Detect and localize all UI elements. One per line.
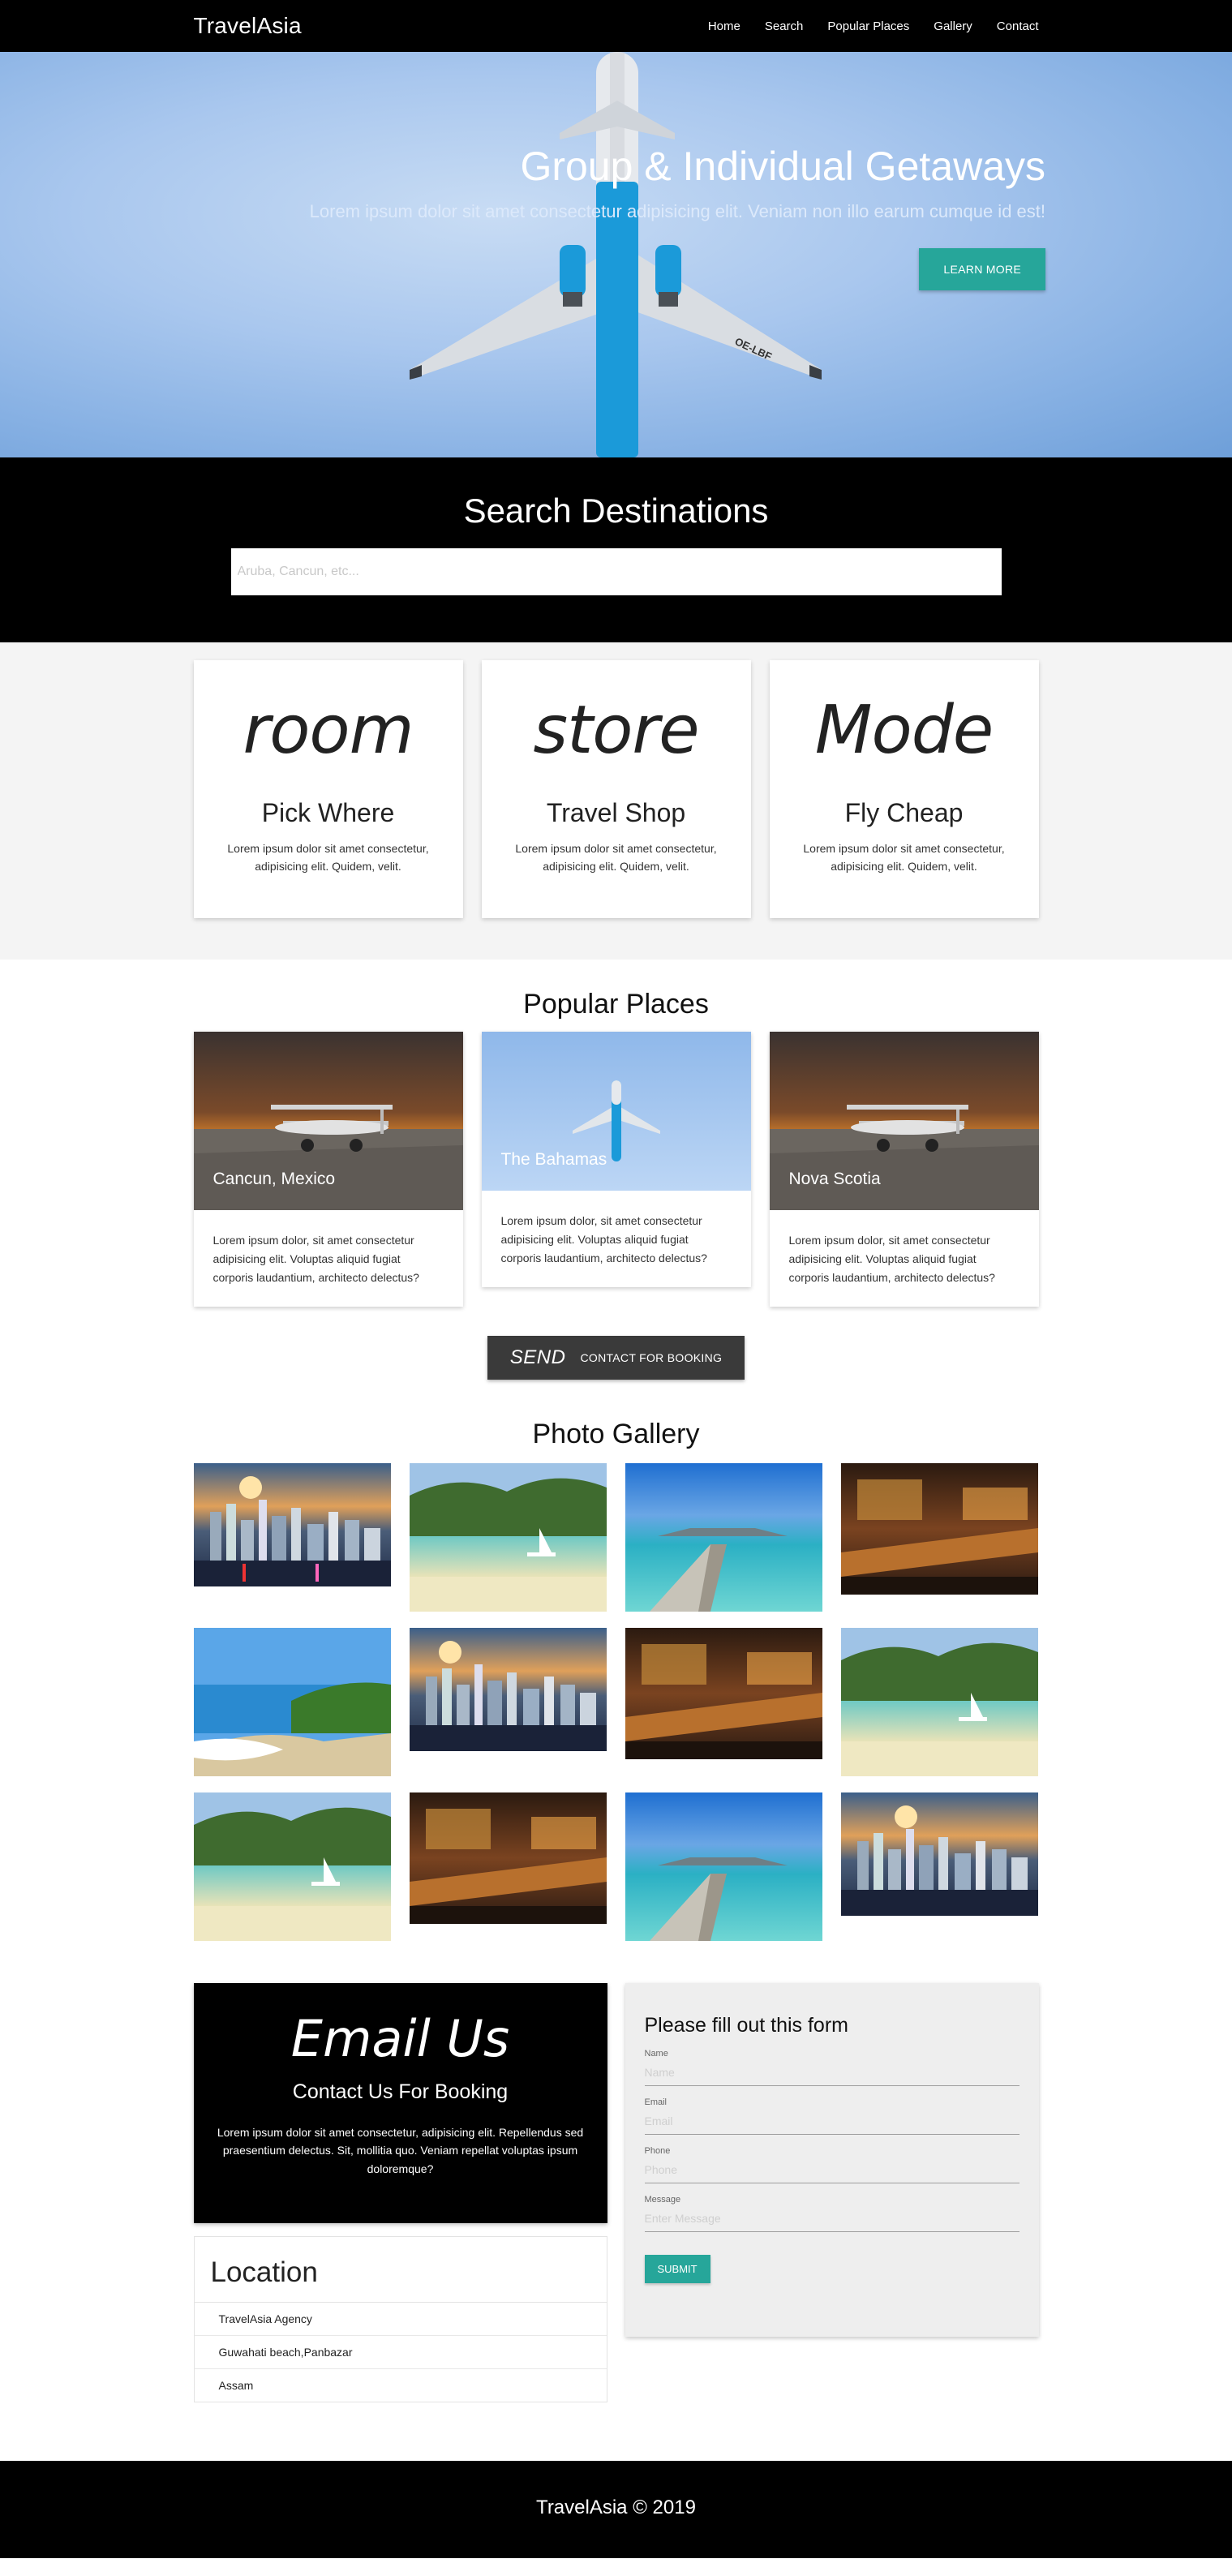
hero-section: OE-LBF Group & Individual Getaways Lorem… [0,52,1232,457]
contact-for-booking-label: Contact For Booking [580,1351,723,1365]
gallery-image-bar[interactable] [841,1463,1039,1612]
nav-item-popular-places[interactable]: Popular Places [827,19,909,33]
phone-input[interactable] [644,2156,1020,2183]
feature-title: Pick Where [261,798,395,827]
gallery-image-pier[interactable] [625,1463,823,1612]
place-image: Cancun, Mexico [193,1032,463,1210]
feature-text: Lorem ipsum dolor sit amet consectetur, … [803,842,1005,874]
gallery-image-beach-boat[interactable] [409,1463,607,1612]
search-title: Search Destinations [463,492,769,530]
contact-section: Email Us Contact Us For Booking Lorem ip… [0,1983,1232,2461]
place-caption: Nova Scotia [788,1170,881,1188]
popular-places-section: Popular Places Cancun, Mexico Lorem ipsu… [0,960,1232,1419]
footer-text: TravelAsia © 2019 [536,2497,696,2518]
email-icon: Email Us [290,2009,510,2068]
location-title: Location [194,2237,607,2303]
popular-places-title: Popular Places [523,989,709,1020]
gallery-image-bar[interactable] [625,1628,823,1776]
phone-field-group: Phone [644,2146,1020,2183]
places-list: Cancun, Mexico Lorem ipsum dolor, sit am… [193,1032,1039,1307]
store-icon: store [533,692,699,769]
email-us-box: Email Us Contact Us For Booking Lorem ip… [193,1983,607,2223]
room-icon: room [243,692,414,769]
submit-button[interactable]: Submit [644,2255,710,2283]
gallery-image-beach-boat[interactable] [841,1628,1039,1776]
gallery-grid [193,1463,1039,1941]
nav-item-gallery[interactable]: Gallery [934,19,972,33]
hero-title: Group & Individual Getaways [520,144,1045,189]
gallery-image-beach-boat[interactable] [193,1792,391,1941]
hero-subtitle: Lorem ipsum dolor sit amet consectetur a… [309,201,1045,221]
learn-more-button[interactable]: Learn More [919,248,1045,290]
gallery-image-city[interactable] [841,1792,1039,1941]
phone-label: Phone [644,2146,671,2156]
navbar: TravelAsia Home Search Popular Places Ga… [0,0,1232,52]
feature-title: Fly Cheap [844,798,964,827]
place-text: Lorem ipsum dolor, sit amet consectetur … [500,1214,707,1265]
place-card-cancun[interactable]: Cancun, Mexico Lorem ipsum dolor, sit am… [193,1032,463,1307]
form-title: Please fill out this form [644,2014,849,2037]
feature-title: Travel Shop [546,798,686,827]
footer: TravelAsia © 2019 [0,2461,1232,2558]
contact-form: Please fill out this form Name Email Pho… [625,1983,1039,2337]
contact-heading: Contact Us For Booking [292,2080,509,2103]
brand-logo[interactable]: TravelAsia [194,13,302,39]
contact-left-column: Email Us Contact Us For Booking Lorem ip… [193,1983,607,2402]
feature-card-pick-where: room Pick Where Lorem ipsum dolor sit am… [193,660,463,918]
hero-text-block: Group & Individual Getaways Lorem ipsum … [310,143,1045,290]
name-label: Name [644,2049,668,2059]
gallery-image-city[interactable] [409,1628,607,1776]
contact-text: Lorem ipsum dolor sit amet consectetur, … [217,2126,584,2175]
name-input[interactable] [644,2059,1020,2086]
photo-gallery-title: Photo Gallery [532,1419,700,1449]
gallery-image-bar[interactable] [409,1792,607,1941]
nav-menu: Home Search Popular Places Gallery Conta… [708,19,1039,33]
place-caption: Cancun, Mexico [212,1170,336,1188]
message-field-group: Message [644,2195,1020,2232]
place-card-nova-scotia[interactable]: Nova Scotia Lorem ipsum dolor, sit amet … [769,1032,1039,1307]
gallery-image-city[interactable] [193,1463,391,1612]
email-label: Email [644,2097,668,2107]
location-item: TravelAsia Agency [194,2303,607,2336]
contact-for-booking-button[interactable]: SEND Contact For Booking [487,1336,745,1380]
gallery-image-palm-beach[interactable] [193,1628,391,1776]
feature-text: Lorem ipsum dolor sit amet consectetur, … [515,842,717,874]
mode-icon: Mode [814,692,994,769]
search-section: Search Destinations [0,457,1232,642]
message-input[interactable] [644,2205,1020,2232]
email-input[interactable] [644,2107,1020,2135]
features-section: room Pick Where Lorem ipsum dolor sit am… [0,642,1232,960]
place-image: The Bahamas [481,1032,751,1191]
location-item: Assam [218,2379,254,2392]
place-caption: The Bahamas [500,1150,607,1169]
nav-item-contact[interactable]: Contact [997,19,1039,33]
photo-gallery-section: Photo Gallery [0,1419,1232,1983]
nav-item-search[interactable]: Search [765,19,804,33]
send-icon: SEND [509,1346,566,1369]
name-field-group: Name [644,2049,1020,2086]
email-field-group: Email [644,2097,1020,2135]
gallery-image-pier[interactable] [625,1792,823,1941]
destination-search-input[interactable] [230,548,1002,595]
place-image: Nova Scotia [769,1032,1039,1210]
place-text: Lorem ipsum dolor, sit amet consectetur … [788,1234,995,1285]
message-label: Message [644,2195,681,2205]
place-card-bahamas[interactable]: The Bahamas Lorem ipsum dolor, sit amet … [481,1032,751,1288]
feature-card-fly-cheap: Mode Fly Cheap Lorem ipsum dolor sit ame… [769,660,1039,918]
feature-text: Lorem ipsum dolor sit amet consectetur, … [227,842,429,874]
place-text: Lorem ipsum dolor, sit amet consectetur … [212,1234,419,1285]
location-item: Guwahati beach,Panbazar [194,2336,607,2369]
feature-card-travel-shop: store Travel Shop Lorem ipsum dolor sit … [481,660,751,918]
nav-item-home[interactable]: Home [708,19,740,33]
location-box: Location TravelAsia Agency Guwahati beac… [193,2236,607,2402]
